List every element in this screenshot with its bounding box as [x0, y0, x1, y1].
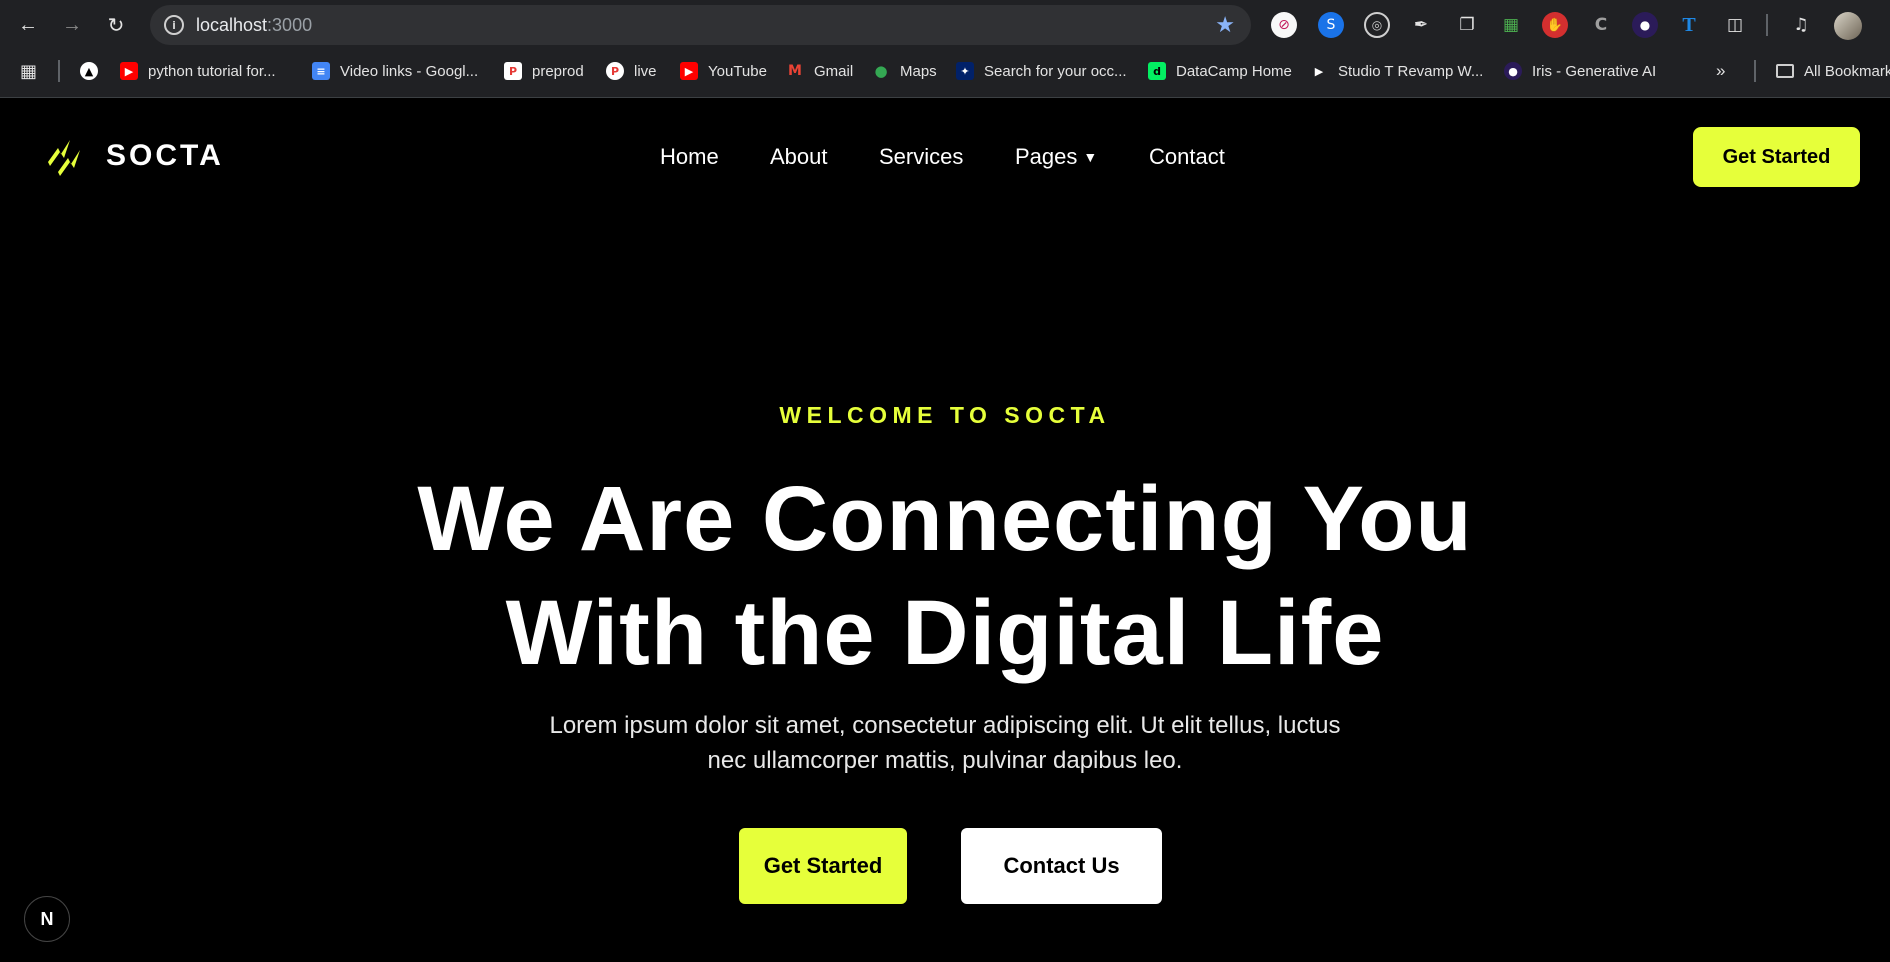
nav-services[interactable]: Services — [879, 144, 963, 170]
extension-iris-icon[interactable]: ● — [1632, 12, 1658, 38]
header-get-started-button[interactable]: Get Started — [1693, 127, 1860, 187]
google-docs-icon: ≡ — [312, 62, 330, 80]
hero-eyebrow: WELCOME TO SOCTA — [779, 402, 1111, 428]
nav-about[interactable]: About — [770, 144, 828, 170]
media-control-icon[interactable]: ♫ — [1788, 12, 1814, 38]
hero-headline-line-2: With the Digital Life — [505, 582, 1385, 684]
bookmarks-bar: ▦ ▲ ▶ python tutorial for... ≡ Video links… — [0, 52, 1890, 90]
bookmark-label: Maps — [900, 62, 937, 80]
extension-blocker-icon[interactable]: ⊘ — [1271, 12, 1297, 38]
bookmark-label: live — [634, 62, 657, 80]
bookmark-item[interactable]: M Gmail — [786, 60, 853, 82]
bookmark-label: DataCamp Home — [1176, 62, 1292, 80]
maps-icon: ● — [874, 62, 888, 80]
p-logo-icon: P — [504, 62, 522, 80]
play-icon: ▶ — [1314, 64, 1324, 78]
hero-subtitle-line-1: Lorem ipsum dolor sit amet, consectetur … — [549, 712, 1341, 739]
bookmarks-separator — [58, 60, 60, 82]
website-viewport: SOCTA Home About Services Pages ▼ Contact… — [0, 98, 1890, 962]
bookmark-item[interactable]: ● Maps — [872, 60, 937, 82]
reload-button[interactable]: ↻ — [102, 11, 130, 39]
caret-down-icon: ▼ — [1083, 149, 1098, 165]
datacamp-icon: d — [1148, 62, 1166, 80]
all-bookmarks-folder[interactable]: All Bookmarks — [1776, 60, 1890, 82]
url-text[interactable]: localhost:3000 — [196, 15, 312, 36]
bookmark-item[interactable]: ● Iris - Generative AI — [1504, 60, 1656, 82]
hero-subtitle-line-2: nec ullamcorper mattis, pulvinar dapibus… — [707, 747, 1183, 774]
nav-pages[interactable]: Pages ▼ — [1015, 144, 1097, 170]
bookmark-item[interactable]: ✦ Search for your occ... — [956, 60, 1127, 82]
bookmark-star-icon[interactable]: ★ — [1215, 12, 1235, 38]
url-host: localhost — [196, 15, 268, 35]
extension-c-icon[interactable]: C — [1588, 12, 1614, 38]
youtube-icon: ▶ — [120, 62, 138, 80]
extension-hand-icon[interactable]: ✋ — [1542, 12, 1568, 38]
extension-target-icon[interactable]: ◎ — [1364, 12, 1390, 38]
extensions-puzzle-icon[interactable]: ◫ — [1722, 12, 1748, 38]
hero-get-started-button[interactable]: Get Started — [739, 828, 907, 904]
hero-headline-line-1: We Are Connecting You — [417, 468, 1473, 570]
extension-palette-icon[interactable]: ▦ — [1498, 12, 1524, 38]
bookmarks-separator — [1754, 60, 1756, 82]
vercel-bookmark[interactable]: ▲ — [80, 60, 98, 82]
address-bar[interactable]: i localhost:3000 ★ — [150, 5, 1251, 45]
site-info-icon[interactable]: i — [164, 15, 184, 35]
forward-button[interactable]: → — [58, 11, 86, 39]
australia-flag-icon: ✦ — [956, 62, 974, 80]
nav-home[interactable]: Home — [660, 144, 719, 170]
bookmark-label: Iris - Generative AI — [1532, 62, 1657, 80]
bookmark-item[interactable]: Plive — [606, 60, 657, 82]
folder-icon — [1776, 64, 1794, 78]
bookmark-label: Search for your occ... — [984, 62, 1127, 80]
bookmark-label: python tutorial for... — [148, 62, 276, 80]
bookmark-label: preprod — [532, 62, 584, 80]
bookmark-item[interactable]: ▶ python tutorial for... — [120, 60, 276, 82]
bookmark-label: Gmail — [814, 62, 854, 80]
iris-icon: ● — [1504, 62, 1522, 80]
bookmark-item[interactable]: ▶ Studio T Revamp W... — [1310, 60, 1484, 82]
browser-toolbar: ← → ↻ i localhost:3000 ★ ⊘ S ◎ ✒ ❐ ▦ ✋ C… — [0, 0, 1890, 50]
bookmark-item[interactable]: Ppreprod — [504, 60, 584, 82]
extension-window-icon[interactable]: ❐ — [1454, 12, 1480, 38]
bookmark-item[interactable]: ▶ YouTube — [680, 60, 767, 82]
all-bookmarks-label: All Bookmarks — [1804, 62, 1890, 80]
nav-pages-label: Pages — [1015, 144, 1078, 169]
hero-headline: We Are Connecting You With the Digital L… — [0, 462, 1890, 690]
p-logo-icon: P — [606, 62, 624, 80]
hero-subtitle: Lorem ipsum dolor sit amet, consectetur … — [0, 708, 1890, 778]
nav-contact[interactable]: Contact — [1149, 144, 1225, 170]
nextjs-dev-indicator-icon[interactable]: N — [24, 896, 70, 942]
bookmark-item[interactable]: d DataCamp Home — [1148, 60, 1292, 82]
profile-avatar[interactable] — [1834, 12, 1862, 40]
hero-contact-us-button[interactable]: Contact Us — [961, 828, 1162, 904]
bookmark-item[interactable]: ≡ Video links - Googl... — [312, 60, 478, 82]
bookmark-label: Studio T Revamp W... — [1338, 62, 1484, 80]
eyedropper-icon[interactable]: ✒ — [1408, 12, 1434, 38]
extension-shazam-icon[interactable]: S — [1318, 12, 1344, 38]
extension-t-icon[interactable]: T — [1676, 12, 1702, 38]
browser-chrome: ← → ↻ i localhost:3000 ★ ⊘ S ◎ ✒ ❐ ▦ ✋ C… — [0, 0, 1890, 98]
lightning-bolt-icon — [48, 140, 80, 176]
toolbar-separator — [1766, 14, 1768, 36]
youtube-icon: ▶ — [680, 62, 698, 80]
gmail-icon: M — [788, 63, 802, 79]
back-button[interactable]: ← — [14, 11, 42, 39]
bookmark-label: Video links - Googl... — [340, 62, 479, 80]
brand-name: SOCTA — [106, 139, 224, 172]
vercel-icon: ▲ — [80, 62, 98, 80]
more-bookmarks-chevron-icon[interactable]: » — [1716, 60, 1725, 82]
brand-logo[interactable]: SOCTA — [44, 136, 224, 176]
apps-grid-icon[interactable]: ▦ — [20, 60, 37, 82]
bookmark-label: YouTube — [708, 62, 767, 80]
url-port: :3000 — [267, 15, 313, 35]
